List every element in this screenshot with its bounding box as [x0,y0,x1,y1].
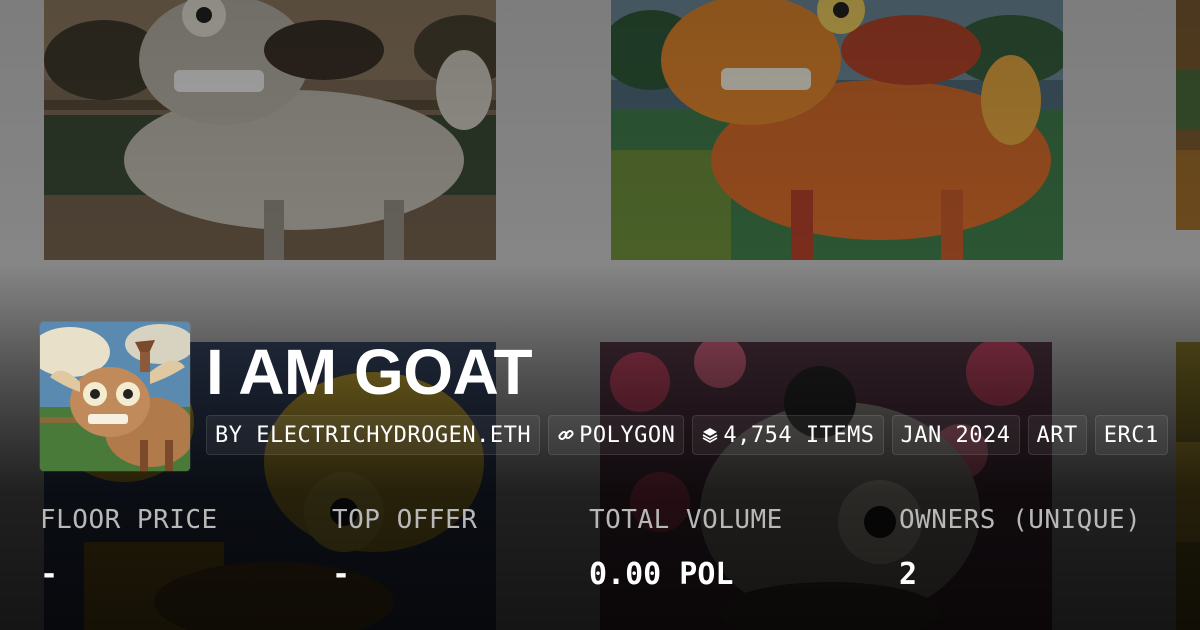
stat-label: OWNERS (UNIQUE) [899,505,1142,535]
chain-label: POLYGON [579,422,676,448]
link-icon [557,426,575,444]
stat-owners: OWNERS (UNIQUE) 2 [899,505,1141,592]
creator-label: BY ELECTRICHYDROGEN.ETH [215,422,532,448]
stat-value: 0.00 POL [589,557,734,592]
stat-label: TOTAL VOLUME [589,505,783,535]
category-label: ART [1036,422,1078,448]
collection-meta-chips: BY ELECTRICHYDROGEN.ETH POLYGON 4,754 IT… [206,415,1168,455]
stat-value: 2 [899,557,918,592]
items-chip: 4,754 ITEMS [692,415,884,455]
stat-top-offer: TOP OFFER - [332,505,477,592]
collection-stats: FLOOR PRICE - TOP OFFER - TOTAL VOLUME 0… [40,505,1200,605]
collection-avatar [40,322,190,471]
items-count: 4,754 ITEMS [723,422,875,448]
stat-label: FLOOR PRICE [40,505,218,535]
stat-total-volume: TOTAL VOLUME 0.00 POL [589,505,783,592]
token-standard-chip: ERC1 [1094,415,1168,455]
category-chip[interactable]: ART [1027,415,1087,455]
token-standard: ERC1 [1103,422,1159,448]
created-date-chip: JAN 2024 [891,415,1020,455]
stat-value: - [332,557,351,592]
layers-icon [701,426,719,444]
chain-chip[interactable]: POLYGON [548,415,685,455]
collection-title: I AM GOAT [206,336,533,408]
created-date: JAN 2024 [900,422,1011,448]
stat-value: - [40,557,59,592]
stat-floor-price: FLOOR PRICE - [40,505,218,592]
creator-chip[interactable]: BY ELECTRICHYDROGEN.ETH [206,415,541,455]
stat-label: TOP OFFER [332,505,478,535]
